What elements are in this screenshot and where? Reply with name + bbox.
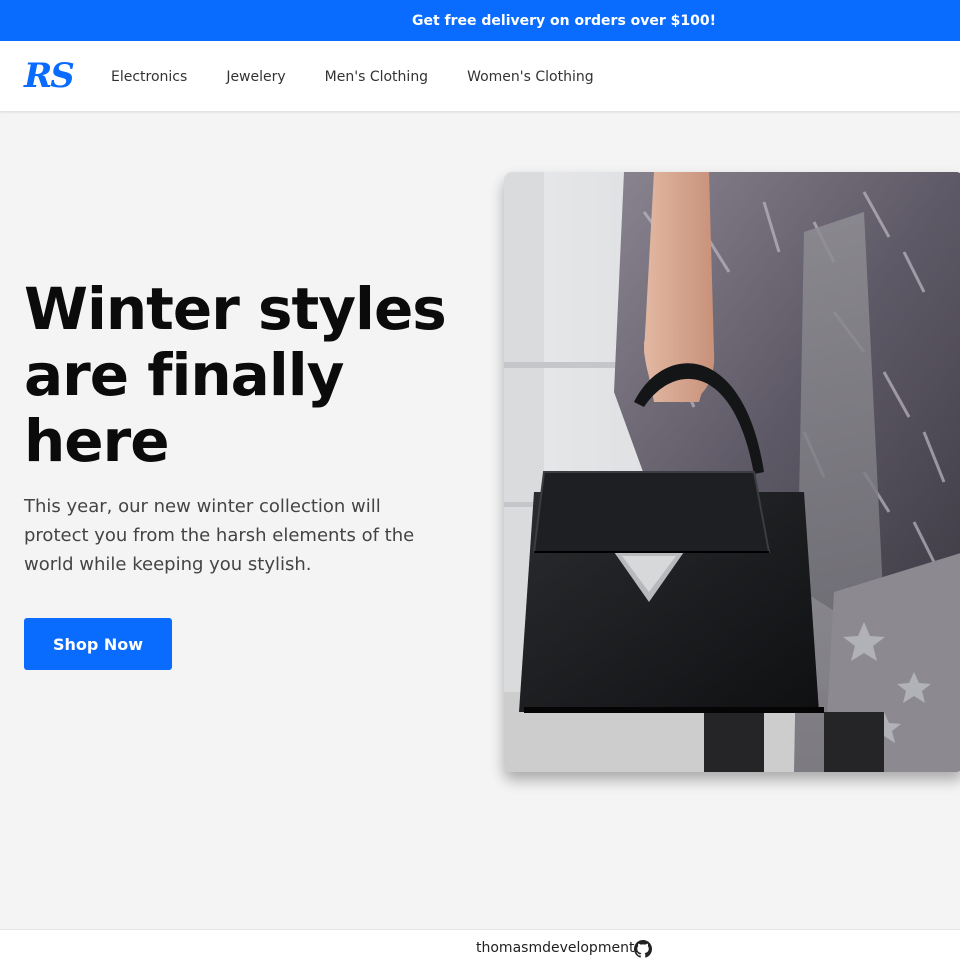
nav-link-electronics[interactable]: Electronics	[111, 69, 187, 85]
footer: thomasmdevelopment	[0, 929, 960, 960]
nav-link-mens-clothing[interactable]: Men's Clothing	[325, 69, 428, 85]
nav-link-womens-clothing[interactable]: Women's Clothing	[467, 69, 594, 85]
promo-banner: Get free delivery on orders over $100!	[0, 0, 960, 41]
hero-image	[504, 172, 960, 772]
shop-now-button[interactable]: Shop Now	[24, 618, 172, 670]
author-link[interactable]: thomasmdevelopment	[476, 940, 634, 956]
hero-title: Winter styles are finally here	[24, 275, 447, 475]
navbar: RS Electronics Jewelery Men's Clothing W…	[0, 41, 960, 112]
promo-text: Get free delivery on orders over $100!	[411, 12, 717, 29]
nav-links: Electronics Jewelery Men's Clothing Wome…	[111, 41, 633, 112]
woman-handbag-photo	[504, 172, 960, 772]
logo[interactable]: RS	[24, 56, 75, 96]
github-icon[interactable]	[634, 940, 652, 958]
hero-description: This year, our new winter collection wil…	[24, 496, 415, 575]
nav-link-jewelery[interactable]: Jewelery	[226, 69, 285, 85]
